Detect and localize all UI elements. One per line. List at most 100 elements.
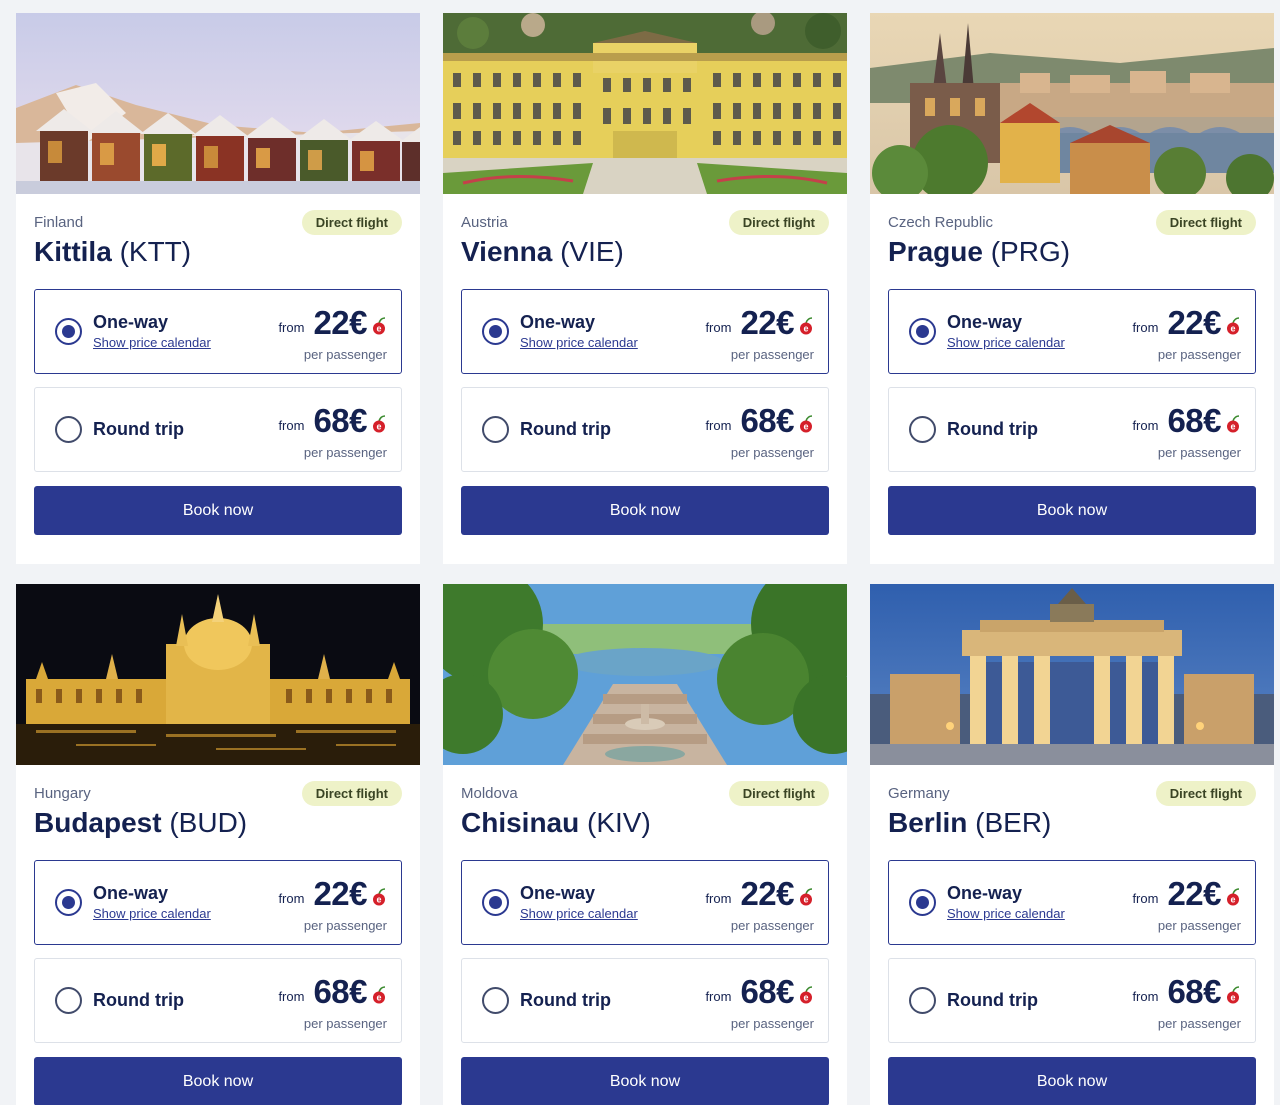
round-trip-radio[interactable] xyxy=(55,987,82,1014)
destination-title: Chisinau (KIV) xyxy=(461,807,651,839)
round-trip-option[interactable]: Round trip from 68€ e per passenger xyxy=(461,387,829,472)
per-passenger-label: per passenger xyxy=(303,445,387,460)
show-price-calendar-link[interactable]: Show price calendar xyxy=(93,906,211,921)
show-price-calendar-link[interactable]: Show price calendar xyxy=(947,906,1065,921)
one-way-label: One-way xyxy=(947,312,1023,332)
price-row: from 68€ e xyxy=(705,402,814,440)
one-way-radio[interactable] xyxy=(482,889,509,916)
airport-code: (VIE) xyxy=(560,236,624,267)
show-price-calendar-link[interactable]: Show price calendar xyxy=(520,906,638,921)
from-label: from xyxy=(705,418,732,433)
round-trip-option[interactable]: Round trip from 68€ e per passenger xyxy=(34,958,402,1043)
from-label: from xyxy=(278,418,305,433)
price-row: from 22€ e xyxy=(278,304,387,342)
one-way-option[interactable]: One-way Show price calendar from 22€ e p… xyxy=(34,289,402,374)
per-passenger-label: per passenger xyxy=(730,918,814,933)
price-amount: 22€ xyxy=(1167,875,1221,912)
destination-image xyxy=(16,584,420,765)
show-price-calendar-link[interactable]: Show price calendar xyxy=(520,335,638,350)
destination-image xyxy=(870,584,1274,765)
svg-text:e: e xyxy=(376,993,381,1003)
cherry-icon: e xyxy=(1227,888,1240,906)
round-trip-option[interactable]: Round trip from 68€ e per passenger xyxy=(461,958,829,1043)
one-way-option[interactable]: One-way Show price calendar from 22€ e p… xyxy=(888,860,1256,945)
book-now-button[interactable]: Book now xyxy=(888,486,1256,535)
cherry-icon: e xyxy=(1227,415,1240,433)
city-name: Berlin xyxy=(888,807,968,838)
round-trip-option[interactable]: Round trip from 68€ e per passenger xyxy=(34,387,402,472)
one-way-option[interactable]: One-way Show price calendar from 22€ e p… xyxy=(34,860,402,945)
country-label: Hungary xyxy=(34,785,91,802)
per-passenger-label: per passenger xyxy=(1157,445,1241,460)
one-way-label: One-way xyxy=(520,883,596,903)
city-name: Budapest xyxy=(34,807,162,838)
round-trip-radio[interactable] xyxy=(909,416,936,443)
price-amount: 68€ xyxy=(740,402,794,439)
one-way-option[interactable]: One-way Show price calendar from 22€ e p… xyxy=(888,289,1256,374)
round-trip-option[interactable]: Round trip from 68€ e per passenger xyxy=(888,387,1256,472)
price-amount: 22€ xyxy=(740,875,794,912)
direct-flight-badge: Direct flight xyxy=(728,781,829,806)
round-trip-label: Round trip xyxy=(947,419,1038,439)
direct-flight-badge: Direct flight xyxy=(301,781,402,806)
show-price-calendar-link[interactable]: Show price calendar xyxy=(947,335,1065,350)
round-trip-radio[interactable] xyxy=(482,416,509,443)
book-now-button[interactable]: Book now xyxy=(34,1057,402,1105)
per-passenger-label: per passenger xyxy=(303,1016,387,1031)
round-trip-label: Round trip xyxy=(520,990,611,1010)
city-name: Prague xyxy=(888,236,983,267)
from-label: from xyxy=(705,891,732,906)
destination-card: Germany Direct flight Berlin (BER) One-w… xyxy=(870,584,1274,1105)
book-now-button[interactable]: Book now xyxy=(461,1057,829,1105)
show-price-calendar-link[interactable]: Show price calendar xyxy=(93,335,211,350)
city-name: Vienna xyxy=(461,236,553,267)
price-amount: 68€ xyxy=(313,402,367,439)
one-way-radio[interactable] xyxy=(909,318,936,345)
svg-text:e: e xyxy=(803,993,808,1003)
price-amount: 22€ xyxy=(1167,304,1221,341)
one-way-radio[interactable] xyxy=(55,889,82,916)
one-way-radio[interactable] xyxy=(55,318,82,345)
airport-code: (BUD) xyxy=(169,807,248,838)
from-label: from xyxy=(278,320,305,335)
price-amount: 68€ xyxy=(1167,973,1221,1010)
round-trip-radio[interactable] xyxy=(55,416,82,443)
destination-card: Hungary Direct flight Budapest (BUD) One… xyxy=(16,584,420,1105)
round-trip-radio[interactable] xyxy=(482,987,509,1014)
svg-text:e: e xyxy=(376,895,381,905)
price-row: from 22€ e xyxy=(1132,304,1241,342)
cherry-icon: e xyxy=(800,986,813,1004)
destination-card: Czech Republic Direct flight Prague (PRG… xyxy=(870,13,1274,564)
direct-flight-badge: Direct flight xyxy=(1155,210,1256,235)
one-way-label: One-way xyxy=(520,312,596,332)
cherry-icon: e xyxy=(373,317,386,335)
destination-card: Finland Direct flight Kittila (KTT) One-… xyxy=(16,13,420,564)
price-row: from 22€ e xyxy=(278,875,387,913)
country-label: Germany xyxy=(888,785,950,802)
round-trip-option[interactable]: Round trip from 68€ e per passenger xyxy=(888,958,1256,1043)
book-now-button[interactable]: Book now xyxy=(888,1057,1256,1105)
direct-flight-badge: Direct flight xyxy=(1155,781,1256,806)
book-now-button[interactable]: Book now xyxy=(34,486,402,535)
svg-text:e: e xyxy=(803,895,808,905)
destination-title: Prague (PRG) xyxy=(888,236,1070,268)
price-amount: 22€ xyxy=(313,875,367,912)
one-way-label: One-way xyxy=(93,883,169,903)
one-way-option[interactable]: One-way Show price calendar from 22€ e p… xyxy=(461,860,829,945)
per-passenger-label: per passenger xyxy=(1157,918,1241,933)
round-trip-radio[interactable] xyxy=(909,987,936,1014)
price-row: from 68€ e xyxy=(278,973,387,1011)
country-label: Austria xyxy=(461,214,508,231)
one-way-radio[interactable] xyxy=(909,889,936,916)
price-amount: 22€ xyxy=(313,304,367,341)
one-way-radio[interactable] xyxy=(482,318,509,345)
price-row: from 68€ e xyxy=(278,402,387,440)
book-now-button[interactable]: Book now xyxy=(461,486,829,535)
one-way-option[interactable]: One-way Show price calendar from 22€ e p… xyxy=(461,289,829,374)
one-way-label: One-way xyxy=(947,883,1023,903)
destination-image xyxy=(16,13,420,194)
price-row: from 22€ e xyxy=(705,875,814,913)
country-label: Finland xyxy=(34,214,84,231)
city-name: Kittila xyxy=(34,236,112,267)
cherry-icon: e xyxy=(800,317,813,335)
